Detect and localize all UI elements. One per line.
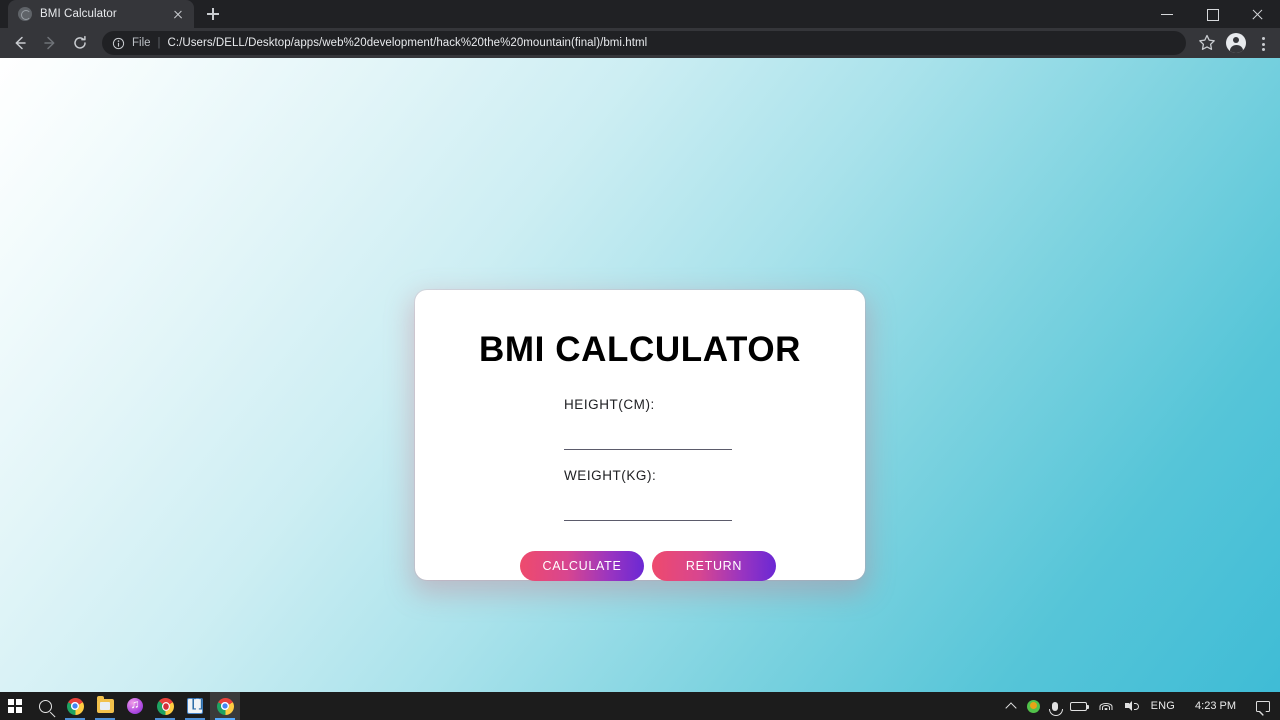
update-icon[interactable] — [1021, 692, 1046, 720]
windows-logo-icon[interactable] — [0, 692, 30, 720]
bmi-calculator-card: BMI CALCULATOR HEIGHT(CM): WEIGHT(KG): C… — [415, 290, 865, 581]
battery-icon[interactable] — [1064, 692, 1093, 720]
three-dot-menu-icon[interactable] — [1252, 30, 1274, 56]
new-tab-button[interactable] — [200, 1, 226, 27]
button-row: CALCULATE RETURN — [520, 551, 776, 581]
window-controls — [1145, 0, 1280, 28]
star-icon[interactable] — [1194, 30, 1220, 56]
chevron-up-icon[interactable] — [1001, 692, 1021, 720]
reload-icon[interactable] — [66, 29, 94, 57]
weight-input[interactable] — [564, 491, 732, 521]
height-input[interactable] — [564, 420, 732, 450]
clock[interactable]: 4:23 PM — [1181, 692, 1250, 720]
profile-avatar-icon[interactable] — [1226, 33, 1246, 53]
tab-title: BMI Calculator — [40, 8, 117, 20]
brackets-editor-icon[interactable] — [180, 692, 210, 720]
url-text: C:/Users/DELL/Desktop/apps/web%20develop… — [167, 37, 648, 49]
page-title: BMI CALCULATOR — [478, 330, 802, 369]
search-icon[interactable] — [30, 692, 60, 720]
bmi-form: HEIGHT(CM): WEIGHT(KG): — [564, 397, 732, 525]
opera-icon[interactable] — [150, 692, 180, 720]
speaker-icon[interactable] — [1119, 692, 1145, 720]
chrome-icon[interactable] — [60, 692, 90, 720]
calculate-button[interactable]: CALCULATE — [520, 551, 644, 581]
minimize-icon[interactable] — [1145, 0, 1190, 28]
tab-bmi-calculator[interactable]: BMI Calculator — [8, 0, 194, 28]
url-scheme: File — [132, 37, 151, 49]
maximize-icon[interactable] — [1190, 0, 1235, 28]
file-explorer-icon[interactable] — [90, 692, 120, 720]
notification-icon[interactable] — [1250, 692, 1276, 720]
windows-taskbar: ENG 4:23 PM — [0, 692, 1280, 720]
microphone-icon[interactable] — [1046, 692, 1064, 720]
weight-label: WEIGHT(KG): — [564, 468, 657, 483]
height-field-block: HEIGHT(CM): — [564, 397, 732, 450]
language-indicator[interactable]: ENG — [1145, 692, 1181, 720]
system-tray: ENG 4:23 PM — [1001, 692, 1280, 720]
toolbar-right-group — [1194, 30, 1274, 56]
weight-field-block: WEIGHT(KG): — [564, 468, 732, 521]
return-button[interactable]: RETURN — [652, 551, 776, 581]
url-separator: | — [157, 37, 161, 49]
height-label: HEIGHT(CM): — [564, 397, 655, 412]
taskbar-app-group — [0, 692, 240, 720]
page-viewport: BMI CALCULATOR HEIGHT(CM): WEIGHT(KG): C… — [0, 58, 1280, 692]
itunes-icon[interactable] — [120, 692, 150, 720]
browser-toolbar: File | C:/Users/DELL/Desktop/apps/web%20… — [0, 28, 1280, 58]
language-label: ENG — [1150, 700, 1176, 712]
close-tab-icon[interactable] — [170, 6, 186, 22]
forward-arrow-icon[interactable] — [36, 29, 64, 57]
clock-label: 4:23 PM — [1195, 700, 1236, 712]
tab-strip: BMI Calculator — [0, 0, 1280, 28]
address-bar[interactable]: File | C:/Users/DELL/Desktop/apps/web%20… — [102, 31, 1186, 55]
back-arrow-icon[interactable] — [6, 29, 34, 57]
wifi-icon[interactable] — [1093, 692, 1119, 720]
close-window-icon[interactable] — [1235, 0, 1280, 28]
globe-icon — [18, 7, 32, 21]
info-circle-icon[interactable] — [112, 37, 125, 50]
chrome-active-icon[interactable] — [210, 692, 240, 720]
browser-window: BMI Calculator File | C:/Users/DELL/Desk… — [0, 0, 1280, 692]
